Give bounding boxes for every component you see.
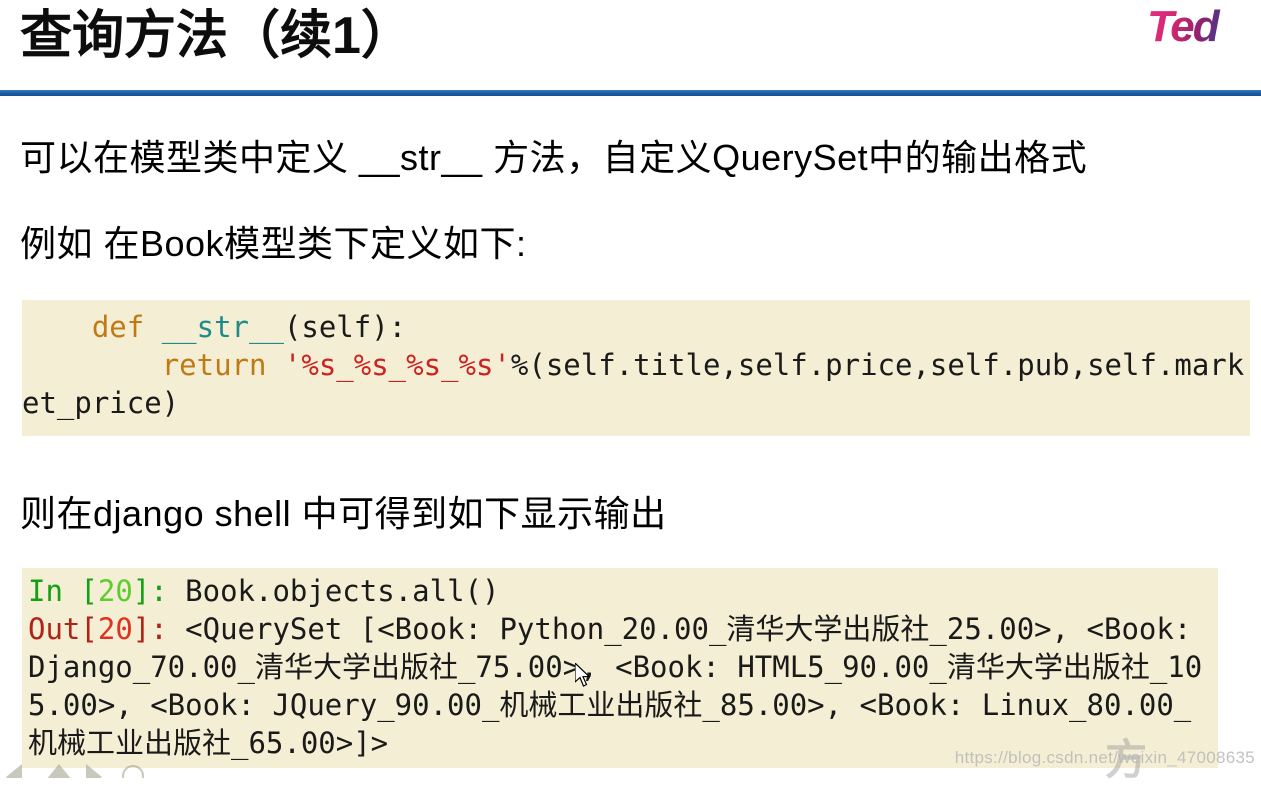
shell-out-bracket-close: ]	[132, 612, 151, 646]
shell-in-colon: :	[150, 574, 186, 608]
method-name-str: __str__	[161, 310, 284, 344]
format-string-literal: '%s_%s_%s_%s'	[283, 348, 511, 382]
shell-in-command: Book.objects.all()	[185, 574, 500, 608]
previous-slide-icon[interactable]	[6, 764, 22, 778]
slide-header: 查询方法（续1） Ted	[0, 0, 1261, 96]
shell-out-value: <QuerySet [<Book: Python_20.00_清华大学出版社_2…	[28, 612, 1209, 760]
next-slide-icon[interactable]	[86, 764, 102, 778]
shell-in-line: In [20]: Book.objects.all()	[28, 574, 499, 608]
shell-in-bracket-open: [	[80, 574, 98, 608]
body-paragraph-1: 可以在模型类中定义 __str__ 方法，自定义QuerySet中的输出格式	[20, 137, 1088, 178]
header-divider	[0, 90, 1261, 96]
watermark-url: https://blog.csdn.net/weixin_47008635	[954, 748, 1255, 767]
shell-out-label: Out	[28, 612, 81, 646]
code-indent-1	[22, 310, 92, 344]
slide-nav-strip[interactable]	[0, 764, 200, 778]
shell-out-number: 20	[97, 612, 133, 646]
keyword-return: return	[161, 348, 267, 382]
body-paragraph-3: 则在django shell 中可得到如下显示输出	[20, 493, 667, 534]
brand-logo: Ted	[1143, 2, 1255, 52]
shell-in-number: 20	[97, 574, 133, 608]
shell-in-label: In	[28, 574, 81, 608]
shell-out-line: Out[20]: <QuerySet [<Book: Python_20.00_…	[28, 612, 1209, 760]
code-block-shell-output: In [20]: Book.objects.all() Out[20]: <Qu…	[22, 568, 1218, 768]
code-line-1: def __str__(self):	[22, 308, 1250, 346]
code-block-model-str: def __str__(self): return '%s_%s_%s_%s'%…	[22, 300, 1250, 436]
code-line-1-tail: (self):	[283, 310, 407, 344]
code-indent-2	[22, 348, 162, 382]
brand-logo-text: Ted	[1143, 2, 1255, 52]
slide-options-icon[interactable]	[122, 765, 144, 778]
body-paragraph-2: 例如 在Book模型类下定义如下:	[20, 223, 527, 264]
shell-in-bracket-close: ]	[132, 574, 151, 608]
shell-out-colon: :	[150, 612, 186, 646]
code-line-2: return '%s_%s_%s_%s'%(self.title,self.pr…	[22, 346, 1250, 422]
keyword-def: def	[91, 310, 145, 344]
slide-menu-up-icon[interactable]	[46, 764, 72, 778]
page-title: 查询方法（续1）	[20, 7, 413, 65]
shell-out-bracket-open: [	[80, 612, 98, 646]
